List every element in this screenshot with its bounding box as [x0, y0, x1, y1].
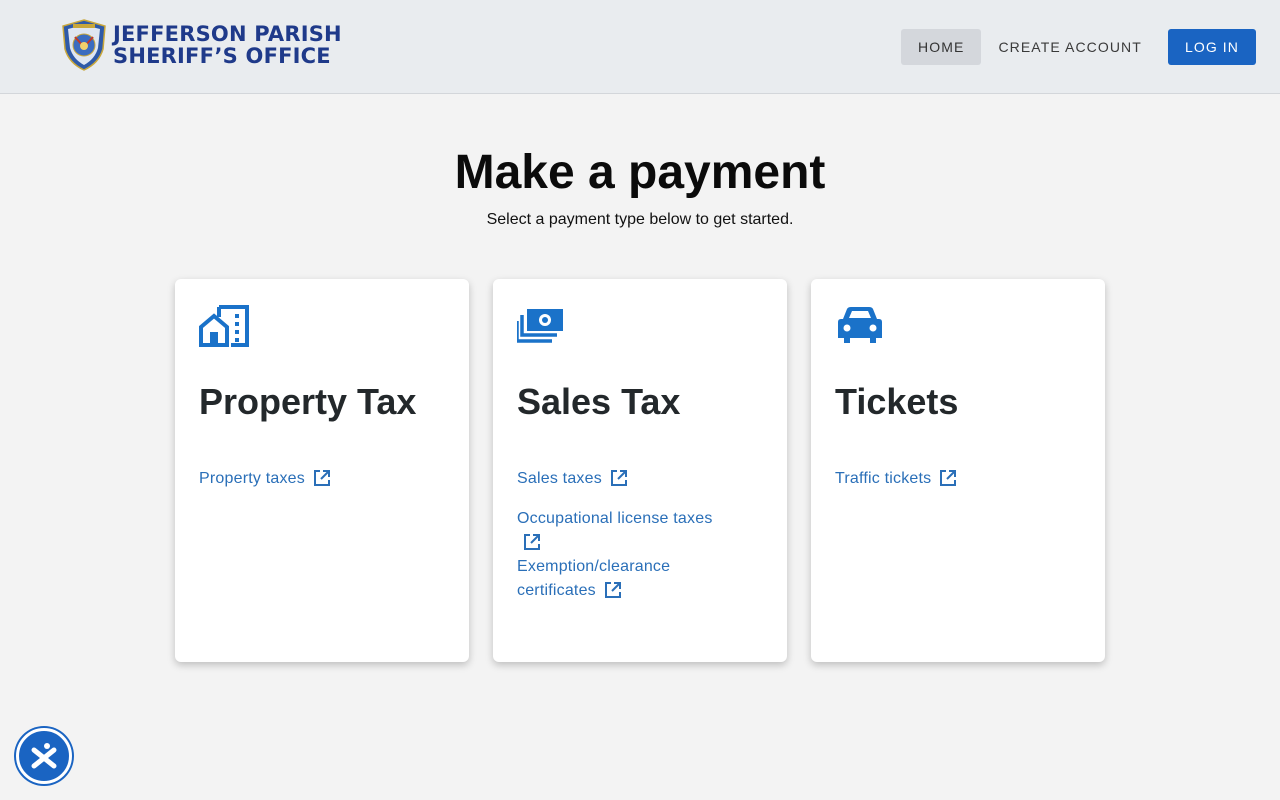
- card-links: Traffic tickets: [835, 467, 1075, 507]
- external-link-icon: [610, 470, 627, 486]
- page-title: Make a payment: [454, 146, 826, 199]
- card-links: Sales taxes Occupational license taxes E…: [517, 467, 757, 619]
- card-title: Tickets: [835, 381, 959, 422]
- site-header: JEFFERSON PARISH SHERIFF’S OFFICE HOME C…: [0, 0, 1280, 94]
- card-title: Property Tax: [199, 381, 417, 422]
- accessibility-button[interactable]: [16, 728, 72, 784]
- accessibility-icon: [31, 743, 57, 769]
- external-link-icon: [604, 582, 621, 598]
- car-icon: [838, 307, 882, 343]
- exemption-clearance-certificates-link[interactable]: Exemption/clearance certificates: [517, 555, 717, 603]
- property-tax-card: Property Tax Property taxes: [175, 279, 469, 662]
- login-button[interactable]: LOG IN: [1167, 29, 1256, 65]
- link-label: Exemption/clearance certificates: [517, 558, 671, 599]
- brand-line-1: JEFFERSON PARISH: [113, 22, 342, 46]
- external-link-icon: [313, 470, 330, 486]
- link-label: Traffic tickets: [835, 470, 932, 487]
- property-building-icon: [199, 305, 249, 347]
- top-nav: HOME CREATE ACCOUNT LOG IN: [901, 29, 1256, 65]
- external-link-icon: [524, 534, 540, 550]
- sales-taxes-link[interactable]: Sales taxes: [517, 467, 757, 491]
- card-title: Sales Tax: [517, 381, 681, 422]
- occupational-license-taxes-link[interactable]: Occupational license taxes: [517, 507, 757, 551]
- tickets-card: Tickets Traffic tickets: [811, 279, 1105, 662]
- create-account-button[interactable]: CREATE ACCOUNT: [981, 29, 1159, 65]
- traffic-tickets-link[interactable]: Traffic tickets: [835, 467, 1075, 491]
- card-links: Property taxes: [199, 467, 439, 507]
- link-label: Property taxes: [199, 470, 305, 487]
- link-label: Sales taxes: [517, 470, 602, 487]
- property-taxes-link[interactable]: Property taxes: [199, 467, 439, 491]
- sales-tax-card: Sales Tax Sales taxes Occupational licen…: [493, 279, 787, 662]
- sheriff-badge-icon: [62, 19, 106, 71]
- brand-name: JEFFERSON PARISH SHERIFF’S OFFICE: [113, 23, 342, 67]
- brand-line-2: SHERIFF’S OFFICE: [113, 44, 331, 68]
- money-bills-icon: [517, 309, 563, 343]
- site-logo[interactable]: JEFFERSON PARISH SHERIFF’S OFFICE: [61, 19, 342, 71]
- external-link-icon: [940, 470, 957, 486]
- page-subtitle: Select a payment type below to get start…: [486, 211, 794, 228]
- home-button[interactable]: HOME: [901, 29, 982, 65]
- link-label: Occupational license taxes: [517, 510, 713, 527]
